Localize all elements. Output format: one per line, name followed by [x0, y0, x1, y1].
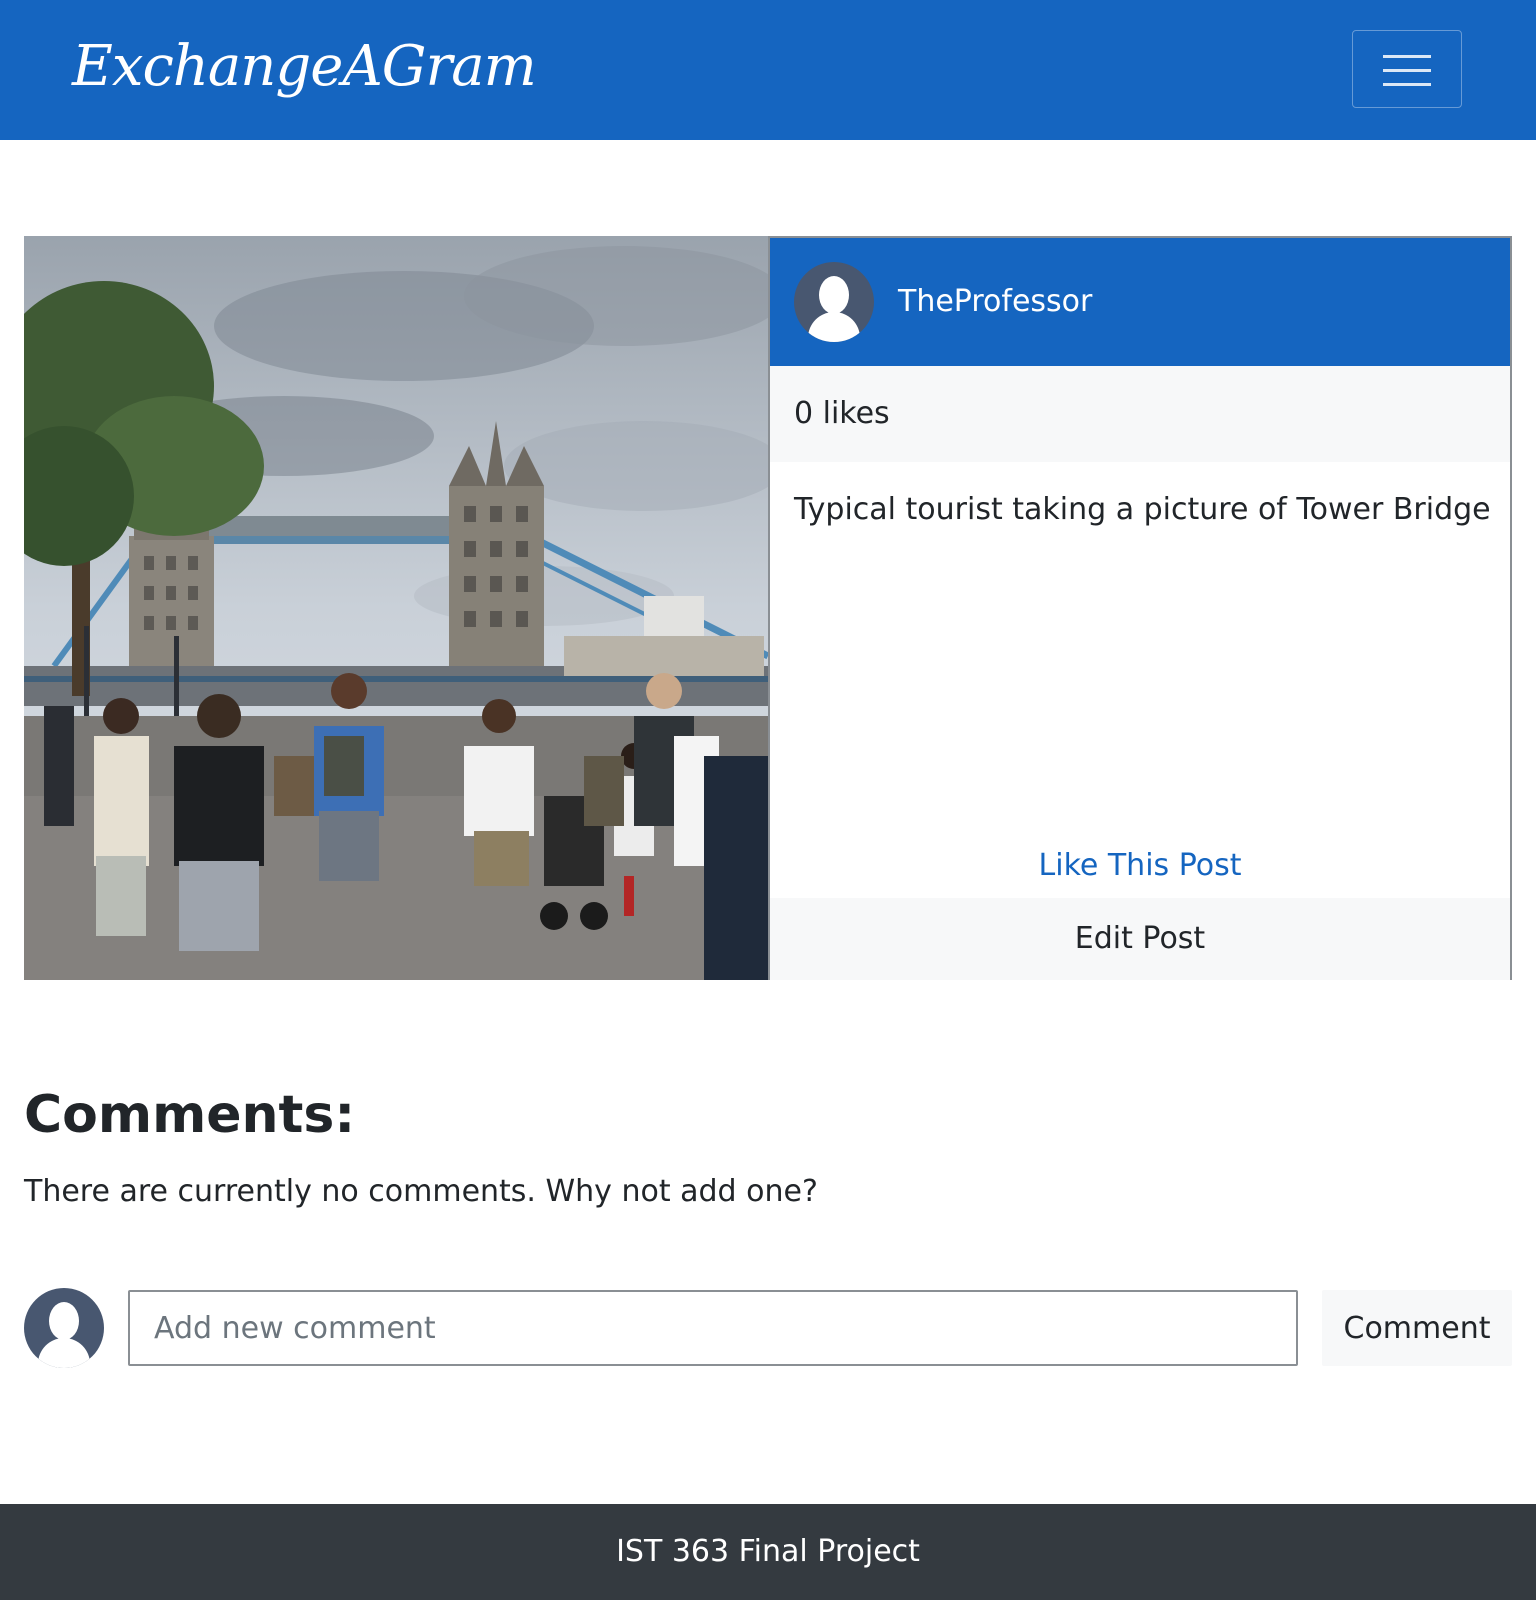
hamburger-menu-icon: [1383, 83, 1431, 86]
post-header: TheProfessor: [770, 238, 1510, 366]
post-image: [24, 236, 768, 980]
comments-heading: Comments:: [24, 1085, 356, 1145]
footer: IST 363 Final Project: [0, 1504, 1536, 1600]
user-avatar-icon: [24, 1288, 104, 1368]
comment-submit-button[interactable]: Comment: [1322, 1290, 1512, 1366]
post-photo: [24, 236, 768, 980]
likes-count: 0 likes: [794, 396, 890, 431]
edit-post-label: Edit Post: [1074, 921, 1206, 956]
hamburger-menu-icon: [1383, 55, 1431, 58]
post: TheProfessor 0 likes Typical tourist tak…: [24, 236, 1512, 980]
like-post-link[interactable]: Like This Post: [770, 842, 1510, 890]
footer-text: IST 363 Final Project: [616, 1534, 920, 1569]
post-caption: Typical tourist taking a picture of Towe…: [794, 492, 1491, 527]
hamburger-menu-icon: [1383, 69, 1431, 72]
likes-row: 0 likes: [770, 366, 1510, 462]
navbar: ExchangeAGram: [0, 0, 1536, 140]
post-username[interactable]: TheProfessor: [898, 278, 1092, 326]
post-card: TheProfessor 0 likes Typical tourist tak…: [768, 236, 1512, 980]
edit-post-button[interactable]: Edit Post: [770, 898, 1510, 980]
user-avatar-icon: [794, 262, 874, 342]
comment-input[interactable]: [128, 1290, 1298, 1366]
no-comments-message: There are currently no comments. Why not…: [24, 1174, 818, 1209]
brand-logo[interactable]: ExchangeAGram: [72, 22, 537, 112]
navbar-toggle-button[interactable]: [1352, 30, 1462, 108]
